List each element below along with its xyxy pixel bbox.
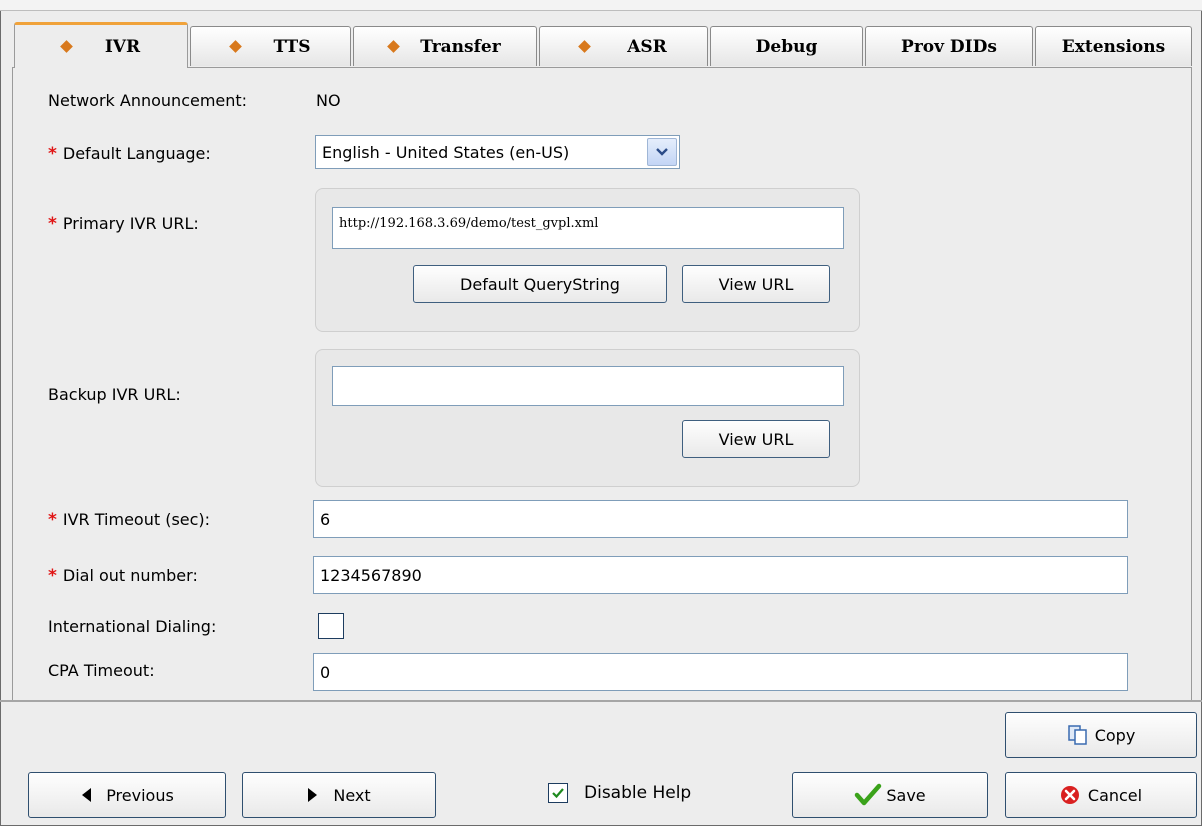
tab-panel-border-right [1191, 67, 1192, 700]
next-label: Next [333, 785, 371, 805]
international-dialing-label: International Dialing: [48, 617, 217, 636]
next-button[interactable]: Next [242, 772, 436, 818]
ivr-timeout-label: * IVR Timeout (sec): [48, 510, 211, 530]
tab-panel-border [12, 67, 1192, 68]
tab-label: Prov DIDs [901, 36, 997, 57]
required-icon: * [48, 510, 57, 530]
tab-marker-icon [59, 40, 73, 53]
disable-help-label: Disable Help [584, 783, 692, 803]
backup-ivr-url-label: Backup IVR URL: [48, 385, 181, 404]
network-announcement-label: Network Announcement: [48, 91, 248, 110]
cancel-label: Cancel [1087, 785, 1143, 805]
tab-transfer[interactable]: Transfer [353, 26, 537, 66]
cancel-button[interactable]: Cancel [1005, 772, 1197, 818]
required-icon: * [48, 144, 57, 164]
previous-button[interactable]: Previous [28, 772, 226, 818]
footer-divider [0, 700, 1202, 702]
tab-prov-dids[interactable]: Prov DIDs [865, 26, 1033, 66]
previous-label: Previous [106, 785, 174, 805]
cancel-icon [1060, 785, 1080, 805]
tab-panel-border-left [12, 67, 13, 700]
backup-ivr-url-input[interactable] [332, 366, 844, 406]
save-button[interactable]: Save [792, 772, 988, 818]
primary-ivr-url-label: * Primary IVR URL: [48, 214, 199, 234]
required-icon: * [48, 566, 57, 586]
copy-label: Copy [1094, 725, 1136, 745]
tab-marker-icon [578, 40, 592, 53]
top-strip [0, 0, 1202, 11]
chevron-down-icon[interactable] [647, 138, 677, 166]
default-language-select[interactable]: English - United States (en-US) [315, 135, 680, 169]
tab-label: ASR [627, 36, 667, 57]
tab-label: IVR [104, 36, 141, 57]
network-announcement-value: NO [316, 91, 341, 110]
cpa-timeout-label: CPA Timeout: [48, 661, 155, 680]
cpa-timeout-input[interactable]: 0 [313, 653, 1128, 691]
tab-label: Transfer [420, 36, 501, 57]
save-label: Save [886, 785, 926, 805]
checkmark-icon [854, 783, 882, 807]
disable-help-toggle[interactable]: Disable Help [548, 783, 691, 803]
disable-help-checkbox[interactable] [548, 783, 568, 803]
dial-out-number-label: * Dial out number: [48, 566, 198, 586]
tab-label: Debug [755, 36, 818, 57]
primary-ivr-url-input[interactable]: http://192.168.3.69/demo/test_gvpl.xml [332, 207, 844, 249]
tab-label: Extensions [1061, 36, 1166, 57]
tab-debug[interactable]: Debug [710, 26, 863, 66]
arrow-left-icon [80, 787, 92, 803]
required-icon: * [48, 214, 57, 234]
primary-view-url-button[interactable]: View URL [682, 265, 830, 303]
dial-out-number-input[interactable]: 1234567890 [313, 556, 1128, 594]
tab-marker-icon [387, 40, 401, 53]
tab-extensions[interactable]: Extensions [1035, 26, 1192, 66]
default-language-label: * Default Language: [48, 144, 211, 164]
ivr-timeout-input[interactable]: 6 [313, 500, 1128, 538]
arrow-right-icon [307, 787, 319, 803]
tab-label: TTS [273, 36, 311, 57]
tab-bar: IVR TTS Transfer ASR Debug Prov DIDs Ext… [12, 18, 1192, 68]
tab-ivr[interactable]: IVR [14, 22, 188, 68]
tab-tts[interactable]: TTS [190, 26, 351, 66]
tab-asr[interactable]: ASR [539, 26, 708, 66]
default-querystring-button[interactable]: Default QueryString [413, 265, 667, 303]
international-dialing-checkbox[interactable] [318, 613, 344, 639]
backup-view-url-button[interactable]: View URL [682, 420, 830, 458]
default-language-value: English - United States (en-US) [322, 142, 570, 162]
copy-icon [1067, 724, 1089, 746]
copy-button[interactable]: Copy [1005, 712, 1197, 758]
tab-marker-icon [228, 40, 242, 53]
